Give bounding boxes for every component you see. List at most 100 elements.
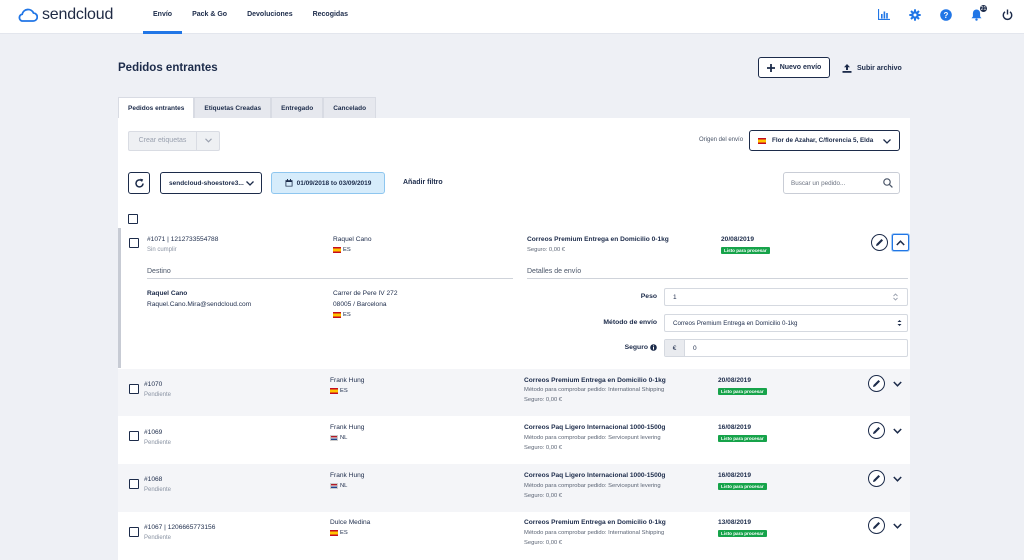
weight-label: Peso	[640, 293, 657, 300]
info-icon[interactable]	[650, 344, 657, 351]
recipient-name: Frank Hung	[330, 472, 365, 479]
recipient-name: Frank Hung	[330, 377, 365, 384]
sendcloud-logo[interactable]: sendcloud	[16, 6, 113, 24]
bell-icon[interactable]: 21	[970, 4, 988, 21]
divider	[527, 278, 908, 279]
detail-address-line2: 08005 / Barcelona	[333, 301, 387, 308]
expand-button[interactable]	[889, 375, 906, 392]
order-date: 16/08/2019	[718, 424, 752, 431]
new-shipment-button[interactable]: Nuevo envío	[758, 57, 830, 78]
upload-file-button[interactable]: Subir archivo	[842, 60, 902, 76]
tab-cancelado[interactable]: Cancelado	[323, 97, 377, 118]
chevron-down-icon	[883, 139, 891, 144]
store-select[interactable]: sendcloud-shoestore3...	[160, 172, 262, 194]
chevron-down-icon	[893, 380, 902, 387]
refresh-button[interactable]	[128, 172, 150, 194]
shipping-method: Correos Premium Entrega en Domicilio 0-1…	[524, 377, 666, 384]
insurance-text: Seguro: 0,00 €	[524, 540, 563, 546]
recipient-country: NL	[330, 483, 347, 489]
edit-button[interactable]	[868, 375, 885, 392]
tab-pedidos-entrantes[interactable]: Pedidos entrantes	[118, 97, 195, 118]
select-all-checkbox[interactable]	[128, 214, 138, 224]
expand-button[interactable]	[889, 470, 906, 487]
edit-button[interactable]	[868, 470, 885, 487]
status-badge: Listo para procesar	[721, 247, 770, 254]
search-field[interactable]: Buscar un pedido...	[783, 172, 900, 194]
order-number[interactable]: #1071 | 1212733554788	[147, 236, 218, 243]
origin-label: Origen del envío	[699, 137, 744, 143]
nav-recogidas[interactable]: Recogidas	[303, 0, 358, 34]
order-status: Pendiente	[144, 440, 172, 446]
edit-button[interactable]	[868, 517, 885, 534]
netherlands-flag-icon	[330, 483, 338, 489]
order-row: #1067 | 1206665773156 Pendiente Dulce Me…	[118, 512, 910, 560]
order-number[interactable]: #1069	[144, 429, 162, 436]
insurance-input[interactable]: € 0	[664, 339, 908, 357]
order-checkbox[interactable]	[129, 238, 139, 248]
nav-envio[interactable]: Envío	[143, 0, 183, 34]
brand-name: sendcloud	[42, 6, 114, 23]
tab-etiquetas-creadas[interactable]: Etiquetas Creadas	[194, 97, 272, 118]
upload-icon	[842, 63, 852, 73]
plus-icon	[766, 63, 775, 72]
analytics-icon[interactable]	[877, 8, 890, 21]
country-code: ES	[343, 247, 351, 253]
shipping-method: Correos Premium Entrega en Domicilio 0-1…	[524, 519, 666, 526]
order-number[interactable]: #1070	[144, 381, 162, 388]
detail-country: ES	[333, 312, 351, 318]
country-code: NL	[340, 483, 348, 489]
pencil-icon	[873, 522, 880, 529]
help-icon[interactable]: ?	[939, 8, 952, 21]
gear-icon[interactable]	[908, 8, 921, 21]
check-method-text: Método para comprobar pedido: Servicepun…	[524, 435, 661, 441]
pencil-icon	[873, 427, 880, 434]
euro-prefix: €	[665, 340, 685, 356]
origin-select[interactable]: Flor de Azahar, C/florencia 5, Elda	[749, 130, 900, 151]
order-number[interactable]: #1068	[144, 476, 162, 483]
insurance-value: 0	[693, 344, 697, 352]
status-badge: Listo para procesar	[718, 388, 767, 395]
order-checkbox[interactable]	[129, 479, 139, 489]
status-badge: Listo para procesar	[718, 530, 767, 537]
shipping-method-select[interactable]: Correos Premium Entrega en Domicilio 0-1…	[664, 314, 908, 332]
order-date: 20/08/2019	[718, 377, 752, 384]
upload-file-label: Subir archivo	[857, 64, 902, 72]
refresh-icon	[134, 178, 144, 188]
add-filter-link[interactable]: Añadir filtro	[403, 179, 443, 186]
insurance-label-text: Seguro	[624, 344, 648, 351]
expand-button[interactable]	[889, 517, 906, 534]
netherlands-flag-icon	[330, 435, 338, 441]
chevron-down-icon[interactable]	[197, 137, 219, 145]
edit-button[interactable]	[868, 422, 885, 439]
chevron-down-icon	[246, 181, 254, 186]
tab-entregado[interactable]: Entregado	[271, 97, 324, 118]
edit-button[interactable]	[871, 234, 888, 251]
expand-button[interactable]	[889, 422, 906, 439]
spain-flag-icon	[330, 388, 338, 394]
order-checkbox[interactable]	[129, 431, 139, 441]
power-icon[interactable]	[1001, 8, 1014, 21]
nav-devoluciones[interactable]: Devoluciones	[237, 0, 303, 34]
spain-flag-icon	[758, 137, 766, 144]
order-number[interactable]: #1067 | 1206665773156	[144, 524, 215, 531]
shipping-method: Correos Premium Entrega en Domicilio 0-1…	[527, 236, 669, 243]
order-checkbox[interactable]	[129, 384, 139, 394]
shipping-details-title: Detalles de envío	[527, 268, 582, 275]
weight-input[interactable]: 1	[664, 288, 908, 306]
order-row: #1069 Pendiente Frank Hung NL Correos Pa…	[118, 416, 910, 464]
order-row: #1068 Pendiente Frank Hung NL Correos Pa…	[118, 464, 910, 512]
order-checkbox[interactable]	[129, 527, 139, 537]
nav-pack-go[interactable]: Pack & Go	[182, 0, 237, 34]
collapse-button[interactable]	[892, 234, 909, 251]
detail-recipient-email: Raquel.Cano.Mira@sendcloud.com	[147, 301, 252, 308]
date-range-filter[interactable]: 01/09/2018 to 03/09/2019	[271, 172, 385, 194]
shipping-method: Correos Paq Ligero Internacional 1000-15…	[524, 424, 666, 431]
recipient-country: ES	[330, 530, 348, 536]
create-labels-button[interactable]: Crear etiquetas	[128, 131, 220, 151]
recipient-country: ES	[333, 247, 351, 253]
detail-address-line1: Carrer de Pere IV 272	[333, 290, 398, 297]
top-navigation-bar: sendcloud Envío Pack & Go Devoluciones R…	[0, 0, 1024, 34]
order-row: #1070 Pendiente Frank Hung ES Correos Pr…	[118, 369, 910, 416]
main-nav: Envío Pack & Go Devoluciones Recogidas	[143, 0, 358, 34]
check-method-text: Método para comprobar pedido: Internatio…	[524, 387, 665, 393]
